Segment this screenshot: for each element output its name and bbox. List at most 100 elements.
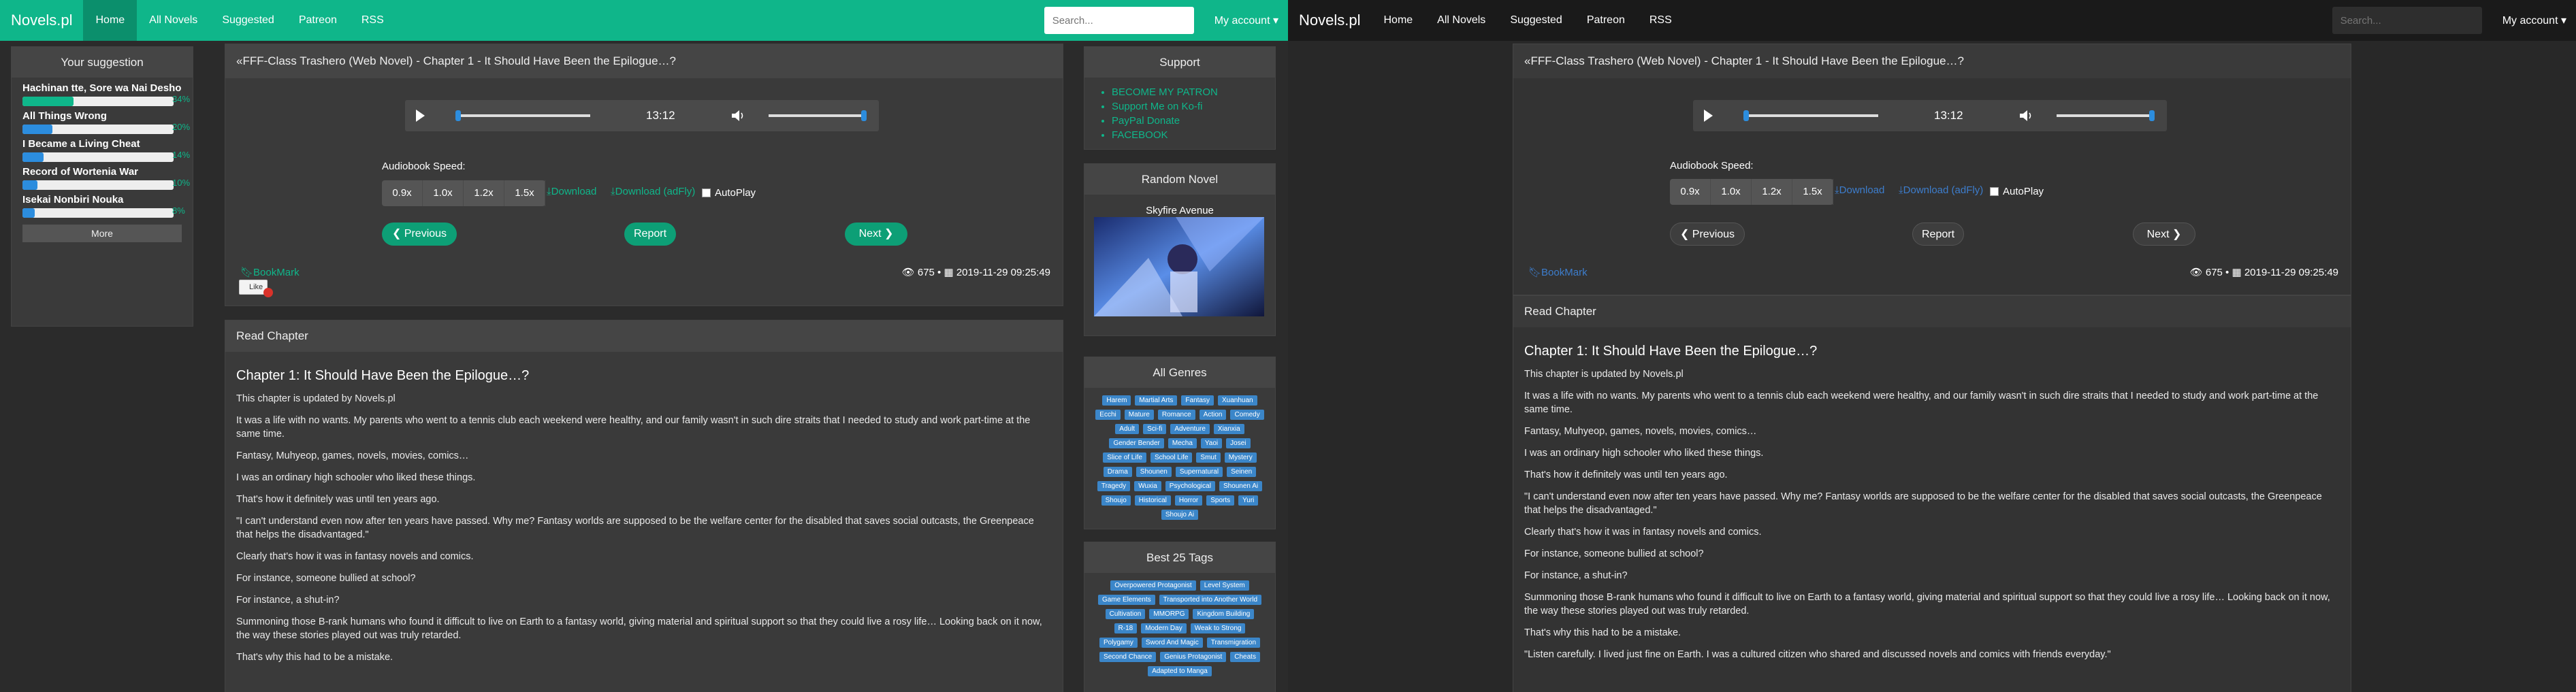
random-novel-name[interactable]: Skyfire Avenue	[1084, 205, 1275, 216]
nav-all-novels[interactable]: All Novels	[1425, 0, 1498, 41]
site-logo[interactable]: Novels.pl	[0, 0, 83, 41]
support-link[interactable]: PayPal Donate	[1112, 114, 1275, 128]
best-tag[interactable]: Kingdom Building	[1193, 609, 1255, 619]
progress-handle[interactable]	[455, 110, 461, 121]
report-button[interactable]: Report	[624, 223, 676, 246]
speed-1-5x-button[interactable]: 1.5x	[1792, 179, 1833, 205]
next-button[interactable]: Next ❯	[2133, 223, 2195, 246]
genre-tag[interactable]: Sci-fi	[1143, 424, 1167, 434]
best-tag[interactable]: Transmigration	[1206, 638, 1261, 648]
genre-tag[interactable]: Seinen	[1227, 467, 1257, 477]
genre-tag[interactable]: Xuanhuan	[1218, 395, 1257, 406]
genre-tag[interactable]: Sports	[1206, 495, 1235, 506]
play-icon[interactable]	[416, 110, 425, 122]
progress-track[interactable]	[458, 114, 590, 117]
suggestion-title-text[interactable]: Hachinan tte, Sore wa Nai Deshou!	[22, 82, 182, 94]
support-link[interactable]: FACEBOOK	[1112, 128, 1275, 142]
next-button[interactable]: Next ❯	[845, 223, 907, 246]
speed-0-9x-button[interactable]: 0.9x	[1670, 179, 1711, 205]
more-button[interactable]: More	[22, 225, 182, 242]
autoplay-checkbox[interactable]	[1990, 187, 1999, 196]
download-adfly-link[interactable]: ⤓Download (adFly)	[1899, 184, 1983, 196]
volume-icon[interactable]	[732, 110, 745, 121]
nav-suggested[interactable]: Suggested	[1498, 0, 1575, 41]
download-link[interactable]: ⤓Download	[1835, 184, 1884, 196]
genre-tag[interactable]: Supernatural	[1175, 467, 1223, 477]
site-logo[interactable]: Novels.pl	[1288, 0, 1371, 41]
speed-0-9x-button[interactable]: 0.9x	[382, 180, 423, 206]
nav-home[interactable]: Home	[83, 0, 138, 41]
speed-1-0x-button[interactable]: 1.0x	[423, 180, 464, 206]
search-input[interactable]	[1052, 14, 1188, 27]
volume-handle[interactable]	[861, 110, 867, 121]
nav-home[interactable]: Home	[1371, 0, 1425, 41]
best-tag[interactable]: Genius Protagonist	[1160, 652, 1227, 662]
suggestion-item[interactable]: I Became a Living Cheat 14%	[12, 134, 193, 162]
autoplay-toggle[interactable]: AutoPlay	[702, 187, 756, 199]
volume-track[interactable]	[2057, 114, 2152, 117]
download-link[interactable]: ⤓Download	[547, 186, 596, 197]
suggestion-title-text[interactable]: I Became a Living Cheat	[22, 138, 182, 150]
genre-tag[interactable]: Mystery	[1224, 452, 1257, 463]
bookmark-link[interactable]: 🔖︎ BookMark	[240, 266, 300, 279]
best-tag[interactable]: Weak to Strong	[1190, 623, 1246, 633]
report-button[interactable]: Report	[1912, 223, 1964, 246]
genre-tag[interactable]: Mature	[1124, 410, 1154, 420]
best-tag[interactable]: Adapted to Manga	[1148, 666, 1212, 676]
best-tag[interactable]: MMORPG	[1149, 609, 1189, 619]
genre-tag[interactable]: Josei	[1226, 438, 1251, 448]
best-tag[interactable]: Cheats	[1230, 652, 1260, 662]
suggestion-item[interactable]: Isekai Nonbiri Nouka 8%	[12, 190, 193, 218]
suggestion-item[interactable]: Hachinan tte, Sore wa Nai Deshou! 34%	[12, 78, 193, 106]
genre-tag[interactable]: Comedy	[1230, 410, 1264, 420]
genre-tag[interactable]: Shoujo Ai	[1161, 510, 1199, 520]
nav-rss[interactable]: RSS	[1637, 0, 1684, 41]
suggestion-item[interactable]: All Things Wrong 20%	[12, 106, 193, 134]
nav-patreon[interactable]: Patreon	[287, 0, 349, 41]
genre-tag[interactable]: Fantasy	[1181, 395, 1214, 406]
novel-cover-image[interactable]	[1094, 217, 1264, 316]
genre-tag[interactable]: Ecchi	[1095, 410, 1121, 420]
genre-tag[interactable]: Yaoi	[1200, 438, 1223, 448]
volume-handle[interactable]	[2149, 110, 2155, 121]
best-tag[interactable]: Level System	[1200, 580, 1249, 591]
genre-tag[interactable]: Mecha	[1168, 438, 1197, 448]
support-link[interactable]: Support Me on Ko-fi	[1112, 99, 1275, 114]
progress-track[interactable]	[1746, 114, 1878, 117]
speed-1-2x-button[interactable]: 1.2x	[1752, 179, 1792, 205]
genre-tag[interactable]: Yuri	[1238, 495, 1259, 506]
volume-track[interactable]	[769, 114, 864, 117]
best-tag[interactable]: R-18	[1114, 623, 1138, 633]
suggestion-title-text[interactable]: All Things Wrong	[22, 110, 182, 122]
nav-all-novels[interactable]: All Novels	[137, 0, 210, 41]
nav-patreon[interactable]: Patreon	[1575, 0, 1637, 41]
genre-tag[interactable]: Smut	[1196, 452, 1221, 463]
best-tag[interactable]: Second Chance	[1099, 652, 1157, 662]
autoplay-checkbox[interactable]	[702, 188, 711, 197]
genre-tag[interactable]: Wuxia	[1134, 481, 1161, 491]
best-tag[interactable]: Game Elements	[1097, 595, 1155, 605]
genre-tag[interactable]: Shoujo	[1101, 495, 1131, 506]
search-input[interactable]	[2340, 14, 2476, 27]
genre-tag[interactable]: Historical	[1134, 495, 1171, 506]
genre-tag[interactable]: Horror	[1174, 495, 1203, 506]
suggestion-title-text[interactable]: Isekai Nonbiri Nouka	[22, 194, 182, 205]
autoplay-toggle[interactable]: AutoPlay	[1990, 186, 2044, 197]
best-tag[interactable]: Polygamy	[1099, 638, 1138, 648]
genre-tag[interactable]: Martial Arts	[1135, 395, 1178, 406]
volume-icon[interactable]	[2020, 110, 2033, 121]
previous-button[interactable]: ❮ Previous	[382, 223, 457, 246]
genre-tag[interactable]: Romance	[1157, 410, 1195, 420]
best-tag[interactable]: Transported into Another World	[1159, 595, 1262, 605]
speed-1-5x-button[interactable]: 1.5x	[504, 180, 545, 206]
genre-tag[interactable]: Xianxia	[1213, 424, 1244, 434]
suggestion-title-text[interactable]: Record of Wortenia War	[22, 166, 182, 178]
genre-tag[interactable]: School Life	[1150, 452, 1193, 463]
account-menu[interactable]: My account ▾	[2502, 14, 2566, 27]
genre-tag[interactable]: Action	[1199, 410, 1227, 420]
nav-suggested[interactable]: Suggested	[210, 0, 287, 41]
genre-tag[interactable]: Tragedy	[1097, 481, 1131, 491]
speed-1-0x-button[interactable]: 1.0x	[1711, 179, 1752, 205]
genre-tag[interactable]: Gender Bender	[1109, 438, 1164, 448]
speed-1-2x-button[interactable]: 1.2x	[464, 180, 504, 206]
